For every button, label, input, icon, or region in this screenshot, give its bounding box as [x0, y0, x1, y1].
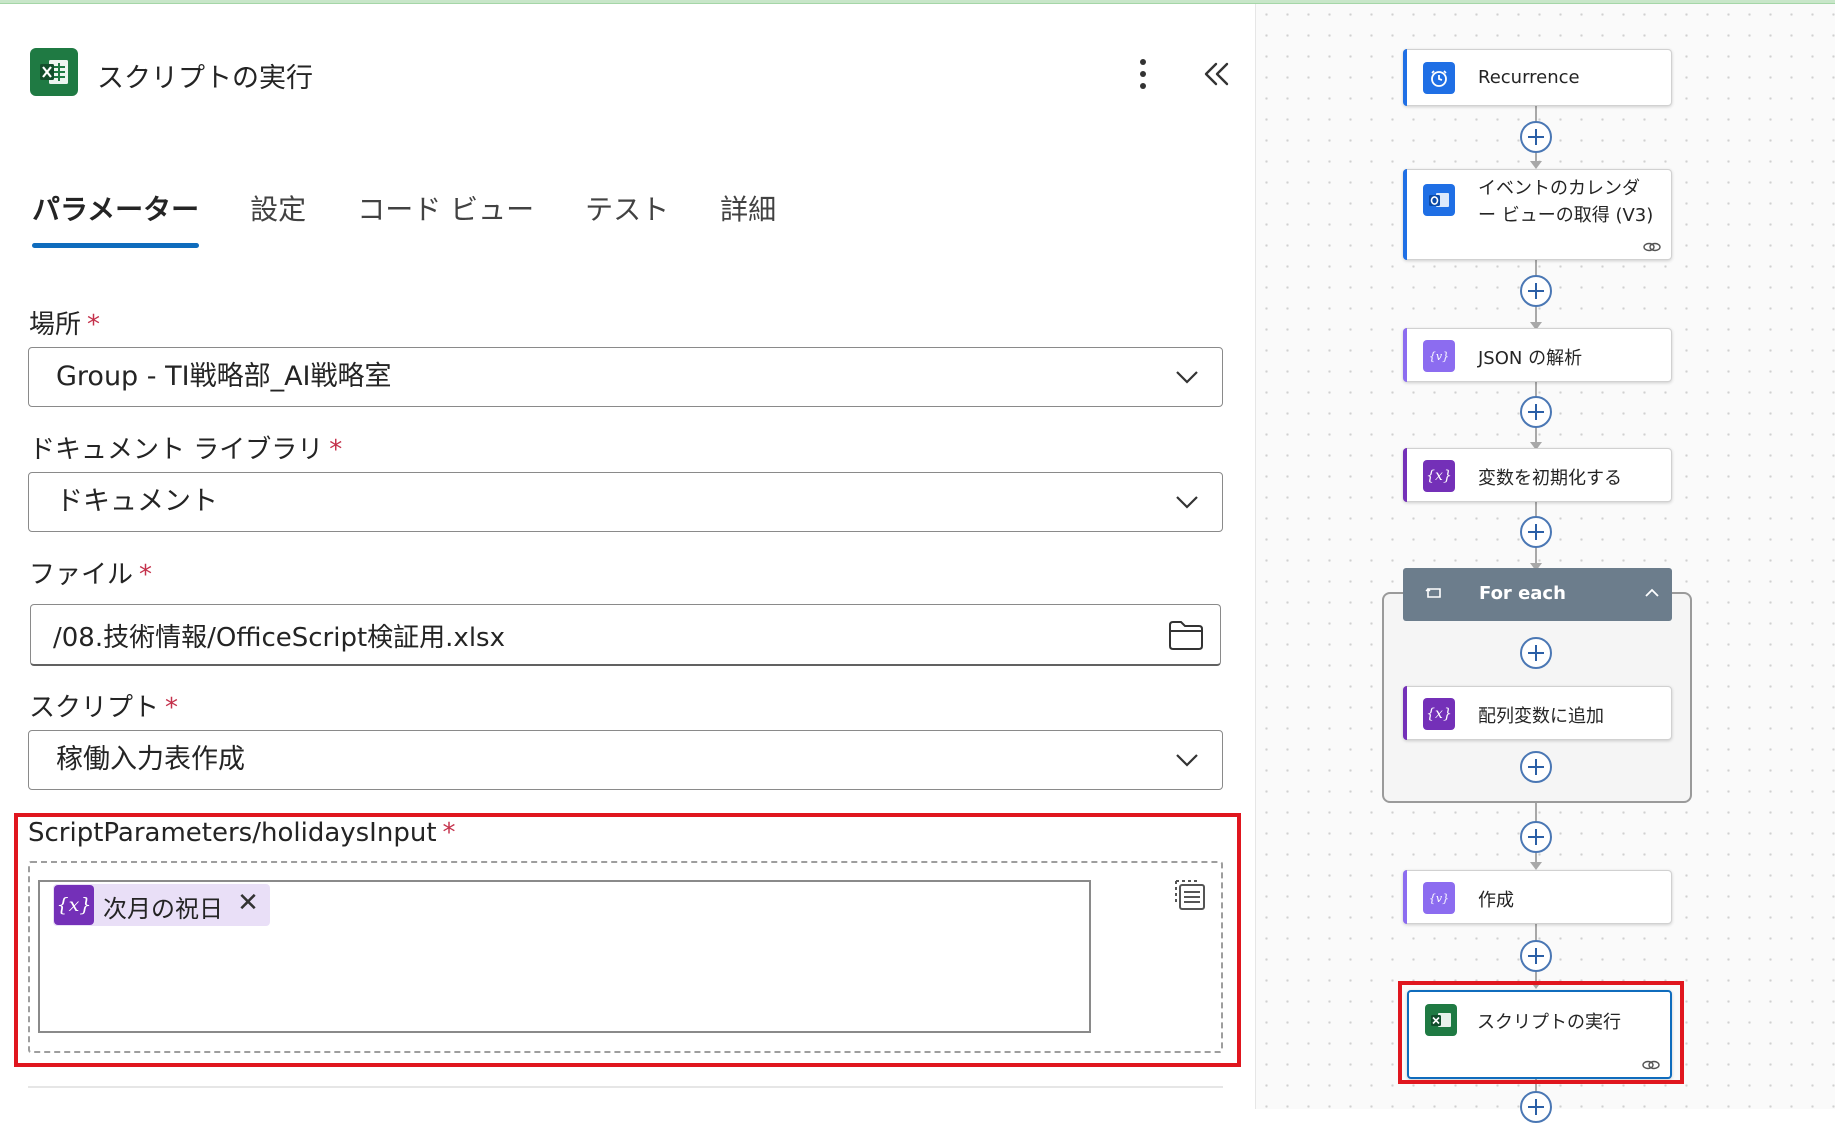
required-mark: * [139, 560, 153, 590]
required-mark: * [87, 310, 101, 340]
node-label: 作成 [1478, 890, 1514, 911]
script-param-label-text: ScriptParameters/holidaysInput [28, 818, 437, 848]
script-value: 稼働入力表作成 [56, 744, 245, 775]
clock-icon [1423, 62, 1455, 94]
add-step-button[interactable] [1520, 821, 1552, 853]
connector-arrow-icon [1530, 862, 1542, 870]
remove-token-button[interactable]: ✕ [233, 888, 263, 918]
location-label-text: 場所 [29, 310, 82, 340]
highlight-box [1398, 981, 1684, 1084]
library-value: ドキュメント [56, 486, 218, 517]
node-label: イベントのカレンダ ー ビューの取得 (V3) [1478, 175, 1653, 229]
file-label-text: ファイル [29, 560, 134, 590]
file-path-input[interactable] [51, 613, 1131, 657]
flow-node-get-calendar-view[interactable]: イベントのカレンダ ー ビューの取得 (V3) [1403, 169, 1672, 260]
variable-icon: {x} [54, 885, 94, 925]
node-label-line: ー ビューの取得 (V3) [1478, 205, 1654, 226]
link-icon [1643, 242, 1661, 252]
library-dropdown[interactable]: ドキュメント [28, 472, 1223, 532]
add-step-button[interactable] [1520, 121, 1552, 153]
location-dropdown[interactable]: Group - TI戦略部_AI戦略室 [28, 347, 1223, 407]
data-operation-icon: {v} [1423, 882, 1455, 914]
node-accent-bar [1403, 448, 1407, 502]
required-mark: * [329, 435, 343, 465]
collapse-panel-button[interactable] [1200, 56, 1232, 92]
flow-node-append-to-array[interactable]: {x} 配列変数に追加 [1403, 686, 1672, 740]
script-param-label: ScriptParameters/holidaysInput * [28, 818, 456, 848]
chevron-up-icon[interactable] [1644, 586, 1660, 600]
tab-details[interactable]: 詳細 [720, 188, 776, 248]
node-accent-bar [1403, 49, 1407, 106]
library-label: ドキュメント ライブラリ * [29, 429, 342, 466]
tab-parameters[interactable]: パラメーター [32, 188, 200, 248]
tab-test[interactable]: テスト [585, 188, 669, 248]
required-mark: * [165, 693, 179, 723]
add-step-button[interactable] [1520, 751, 1552, 783]
flow-node-for-each[interactable]: For each [1403, 568, 1672, 621]
connector-arrow-icon [1530, 161, 1542, 169]
more-options-button[interactable] [1128, 54, 1158, 94]
switch-to-array-input-icon[interactable] [1172, 876, 1208, 912]
panel-title: スクリプトの実行 [97, 63, 313, 94]
add-step-button[interactable] [1520, 275, 1552, 307]
node-label: JSON の解析 [1478, 348, 1583, 369]
script-label-text: スクリプト [29, 693, 160, 723]
tab-settings[interactable]: 設定 [250, 188, 306, 248]
node-accent-bar [1403, 870, 1407, 924]
script-dropdown[interactable]: 稼働入力表作成 [28, 730, 1223, 790]
add-step-button[interactable] [1520, 516, 1552, 548]
variable-icon: {x} [1423, 460, 1455, 492]
script-label: スクリプト * [29, 687, 178, 724]
more-dot-icon [1140, 83, 1146, 89]
node-accent-bar [1403, 169, 1407, 260]
chevron-down-icon [1176, 371, 1198, 384]
outlook-icon [1423, 184, 1455, 216]
add-step-button[interactable] [1520, 396, 1552, 428]
more-dot-icon [1140, 59, 1146, 65]
chevron-down-icon [1176, 496, 1198, 509]
chevron-down-icon [1176, 754, 1198, 767]
flow-node-initialize-variable[interactable]: {x} 変数を初期化する [1403, 448, 1672, 502]
dynamic-content-token[interactable]: {x} 次月の祝日 ✕ [53, 884, 270, 926]
variable-icon: {x} [1423, 698, 1455, 730]
flow-node-recurrence[interactable]: Recurrence [1403, 49, 1672, 106]
file-field [30, 604, 1221, 666]
loop-icon [1425, 588, 1441, 598]
tab-code-view[interactable]: コード ビュー [357, 188, 534, 248]
node-label-line: イベントのカレンダ [1478, 178, 1640, 199]
token-label: 次月の祝日 [103, 895, 223, 923]
panel-tabs: パラメーター 設定 コード ビュー テスト 詳細 [32, 188, 827, 248]
data-operation-icon: {v} [1423, 340, 1455, 372]
file-label: ファイル * [29, 554, 152, 591]
location-value: Group - TI戦略部_AI戦略室 [56, 361, 392, 392]
node-accent-bar [1403, 328, 1407, 382]
add-step-button[interactable] [1520, 1091, 1552, 1123]
library-label-text: ドキュメント ライブラリ [29, 435, 324, 465]
node-label: 変数を初期化する [1478, 468, 1622, 489]
flow-node-compose[interactable]: {v} 作成 [1403, 870, 1672, 924]
flow-node-parse-json[interactable]: {v} JSON の解析 [1403, 328, 1672, 382]
node-label: 配列変数に追加 [1478, 706, 1604, 727]
location-label: 場所 * [29, 304, 100, 341]
node-accent-bar [1403, 686, 1407, 740]
excel-icon [30, 48, 78, 96]
folder-icon[interactable] [1168, 619, 1204, 651]
required-mark: * [442, 818, 456, 848]
more-dot-icon [1140, 71, 1146, 77]
add-step-button[interactable] [1520, 637, 1552, 669]
node-label: Recurrence [1478, 67, 1580, 88]
add-step-button[interactable] [1520, 940, 1552, 972]
double-chevron-left-icon [1204, 62, 1229, 86]
divider [28, 1086, 1223, 1088]
node-label: For each [1479, 583, 1566, 604]
